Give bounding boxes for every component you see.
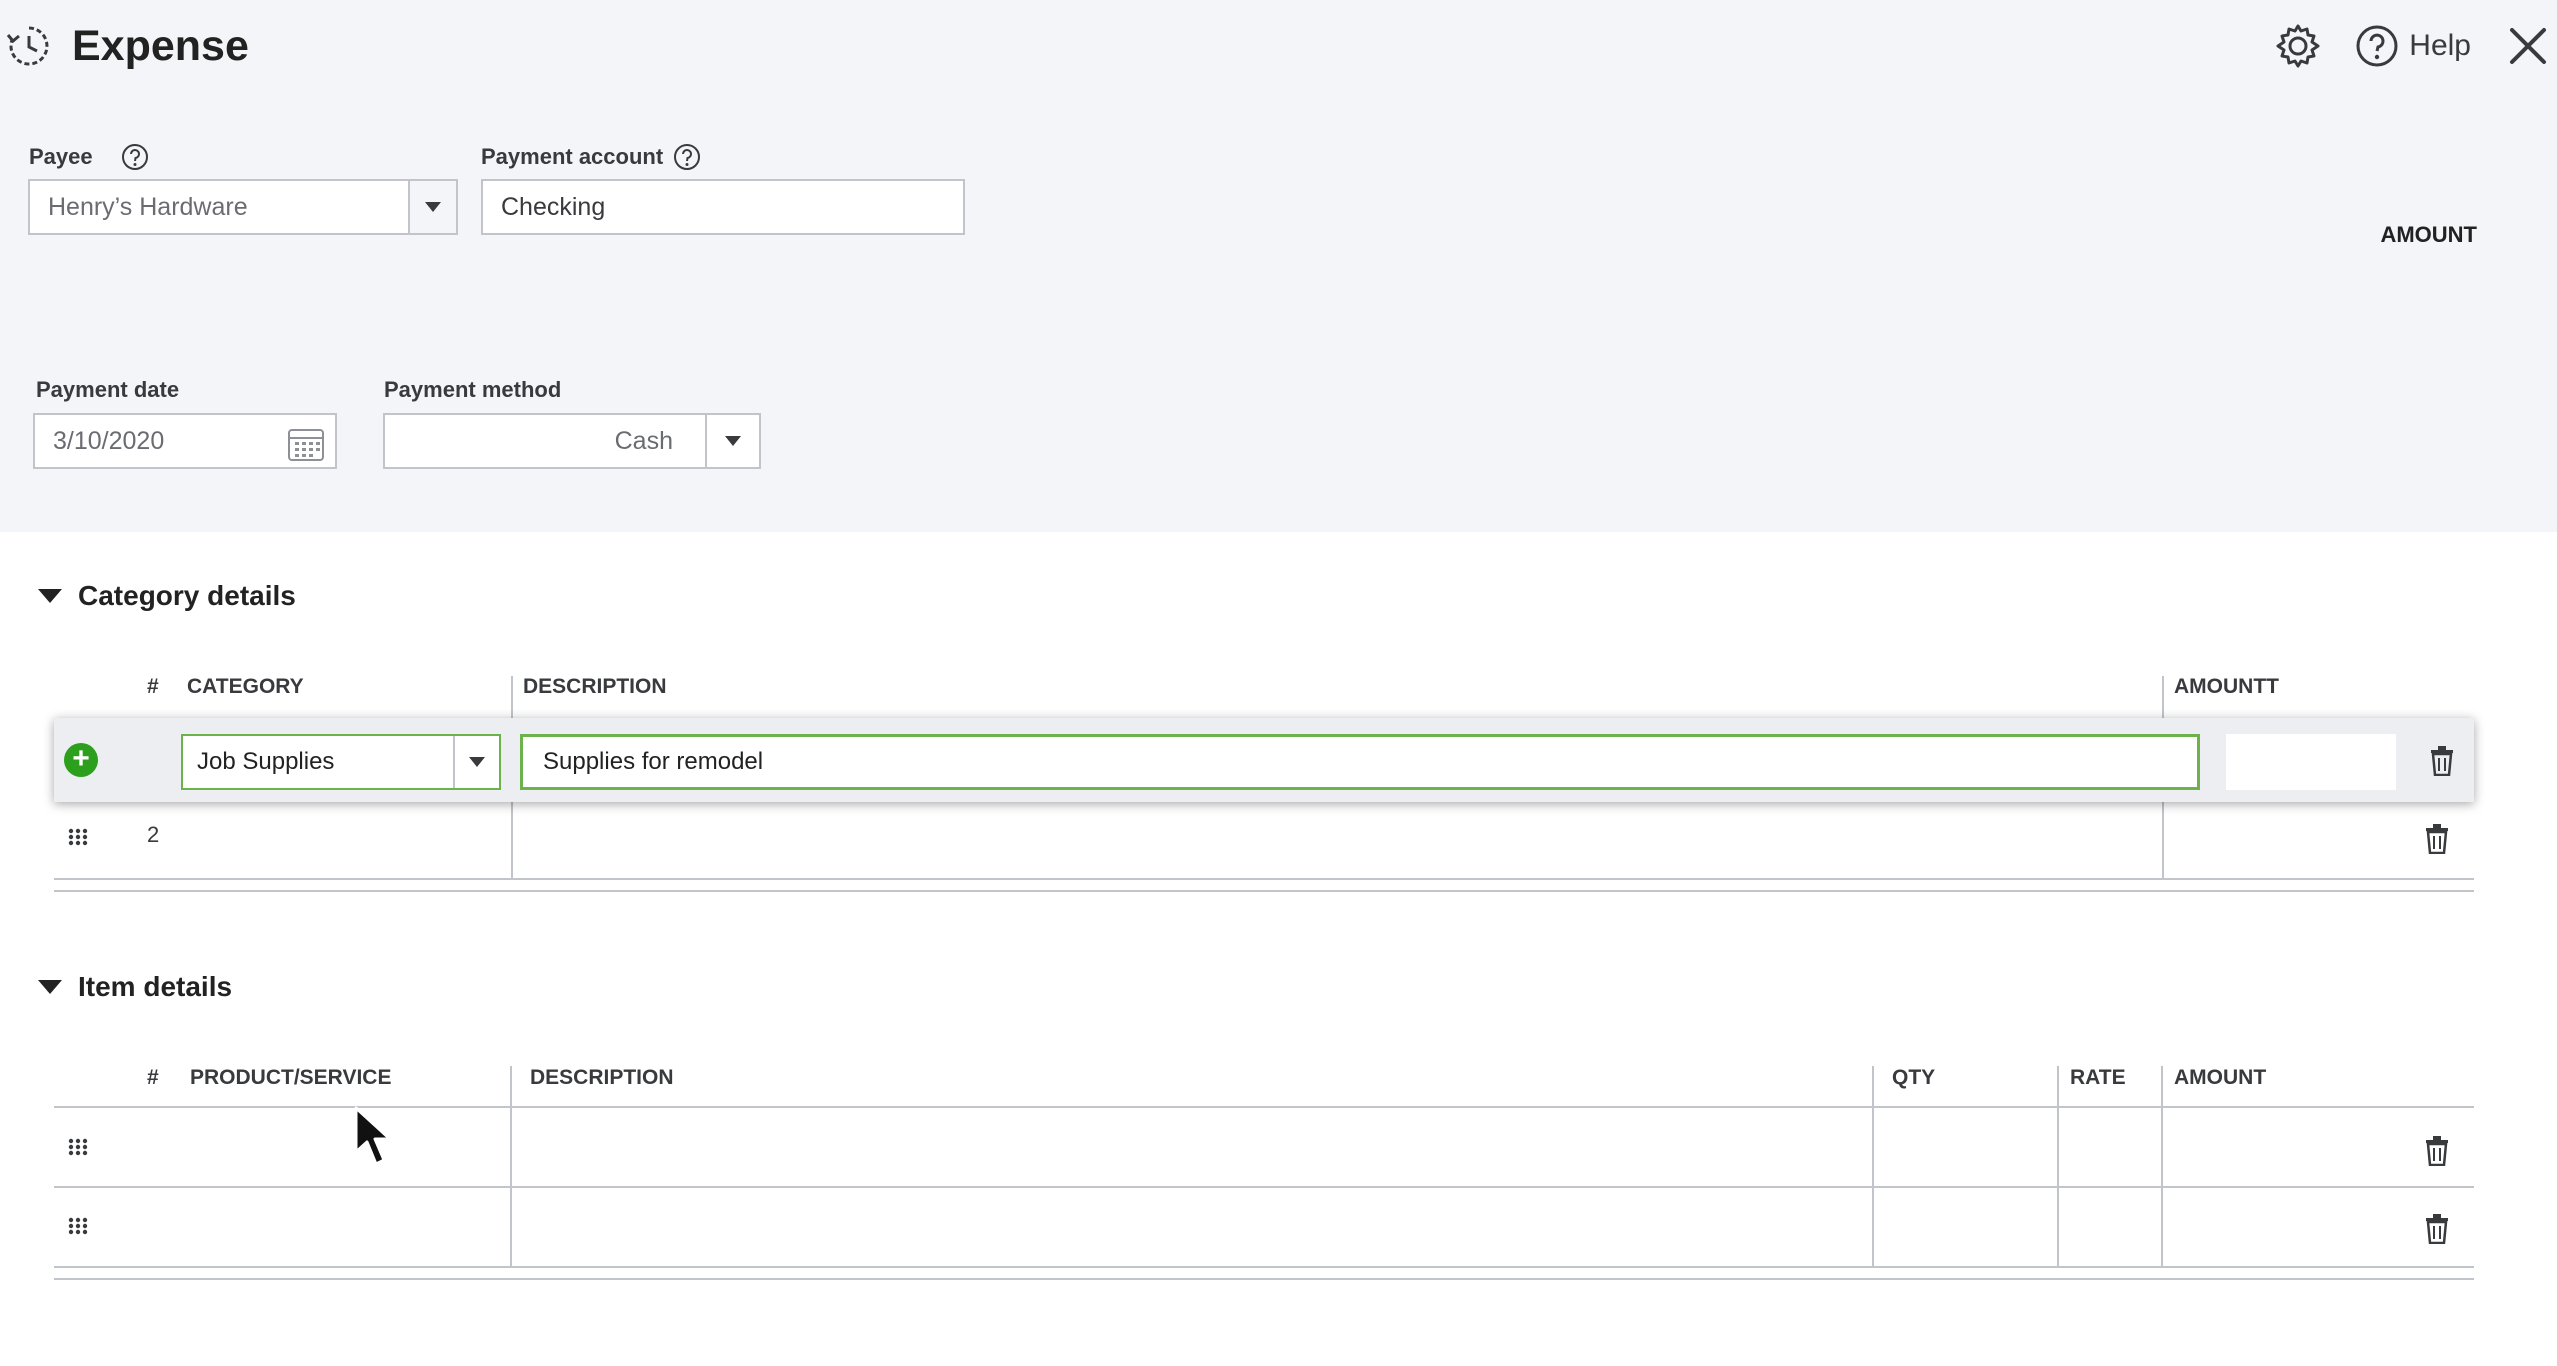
- payment-account-field[interactable]: Checking: [481, 179, 965, 235]
- mouse-cursor-icon: [354, 1106, 392, 1166]
- item-qty-divider: [2057, 1066, 2059, 1266]
- amount-label: AMOUNT: [2380, 222, 2477, 247]
- item-col-rate[interactable]: RATE: [2070, 1066, 2126, 1090]
- collapse-triangle-icon: [38, 980, 62, 994]
- payment-account-value: Checking: [501, 192, 606, 221]
- drag-handle-icon[interactable]: [68, 828, 88, 846]
- category-amount-input[interactable]: [2226, 734, 2396, 790]
- col-description[interactable]: DESCRIPTION: [523, 675, 667, 699]
- top-actions: Help: [2275, 18, 2557, 74]
- category-value: Job Supplies: [197, 748, 335, 775]
- help-button[interactable]: Help: [2355, 24, 2471, 68]
- collapse-triangle-icon: [38, 589, 62, 603]
- item-details-toggle[interactable]: Item details: [38, 971, 232, 1003]
- help-circle-icon: [2356, 25, 2398, 67]
- help-label: Help: [2409, 29, 2471, 62]
- payment-method-select[interactable]: Cash: [383, 413, 761, 469]
- drag-handle-icon[interactable]: [68, 1138, 88, 1156]
- item-col-description[interactable]: DESCRIPTION: [530, 1066, 674, 1090]
- item-col-qty[interactable]: QTY: [1892, 1066, 1935, 1090]
- item-header-line: [54, 1106, 2474, 1108]
- item-description-divider: [1872, 1066, 1874, 1266]
- item-row-divider: [54, 1186, 2474, 1188]
- chevron-down-icon: [425, 202, 441, 212]
- payee-value: Henry’s Hardware: [48, 192, 248, 221]
- trash-icon[interactable]: [2430, 746, 2454, 776]
- table-divider: [54, 878, 2474, 880]
- row-number: 2: [147, 822, 160, 847]
- history-icon[interactable]: [6, 23, 52, 69]
- payee-label: Payee: [29, 144, 93, 169]
- add-row-icon[interactable]: +: [64, 743, 98, 777]
- calendar-icon[interactable]: [287, 426, 325, 462]
- payee-dropdown-button[interactable]: [408, 181, 456, 233]
- payment-account-help-icon[interactable]: [673, 143, 701, 171]
- category-select[interactable]: Job Supplies: [181, 734, 501, 790]
- item-col-num: #: [147, 1066, 159, 1089]
- payment-account-label-row: Payment account: [481, 143, 701, 171]
- category-dropdown-button[interactable]: [453, 736, 499, 788]
- col-num: #: [147, 675, 159, 698]
- close-button[interactable]: [2507, 25, 2549, 67]
- col-category[interactable]: CATEGORY: [187, 675, 304, 699]
- item-details-title: Item details: [78, 971, 233, 1002]
- item-col-product[interactable]: PRODUCT/SERVICE: [190, 1066, 391, 1090]
- settings-button[interactable]: [2275, 23, 2321, 69]
- gear-icon: [2276, 24, 2320, 68]
- item-rate-divider: [2161, 1066, 2163, 1266]
- title-row: Expense: [6, 18, 249, 74]
- trash-icon[interactable]: [2425, 824, 2449, 854]
- category-description-input[interactable]: Supplies for remodel: [520, 734, 2200, 790]
- page-title: Expense: [72, 21, 249, 70]
- category-details-toggle[interactable]: Category details: [38, 580, 296, 612]
- item-product-divider: [510, 1066, 512, 1266]
- trash-icon[interactable]: [2425, 1214, 2449, 1244]
- table-bottom-border: [54, 890, 2474, 892]
- chevron-down-icon: [725, 436, 741, 446]
- payment-account-label: Payment account: [481, 144, 664, 169]
- payee-select[interactable]: Henry’s Hardware: [28, 179, 458, 235]
- payment-method-label: Payment method: [384, 377, 562, 402]
- category-description-value: Supplies for remodel: [543, 748, 764, 775]
- item-table-bottom-border: [54, 1278, 2474, 1280]
- close-icon: [2510, 28, 2546, 64]
- item-col-amount[interactable]: AMOUNT: [2174, 1066, 2266, 1090]
- payee-label-row: Payee: [29, 143, 149, 171]
- category-details-title: Category details: [78, 580, 296, 611]
- payment-method-dropdown-button[interactable]: [705, 415, 759, 467]
- payee-help-icon[interactable]: [121, 143, 149, 171]
- drag-handle-icon[interactable]: [68, 1217, 88, 1235]
- item-table-divider: [54, 1266, 2474, 1268]
- expense-page: Expense Help Payee Henry’s Hardware Paym…: [0, 0, 2557, 1366]
- trash-icon[interactable]: [2425, 1136, 2449, 1166]
- col-amount[interactable]: AMOUNTT: [2174, 675, 2279, 699]
- payment-method-value: Cash: [614, 426, 673, 455]
- payment-date-label: Payment date: [36, 377, 180, 402]
- chevron-down-icon: [469, 757, 485, 767]
- payment-date-value: 3/10/2020: [53, 426, 165, 455]
- payment-date-field[interactable]: 3/10/2020: [33, 413, 337, 469]
